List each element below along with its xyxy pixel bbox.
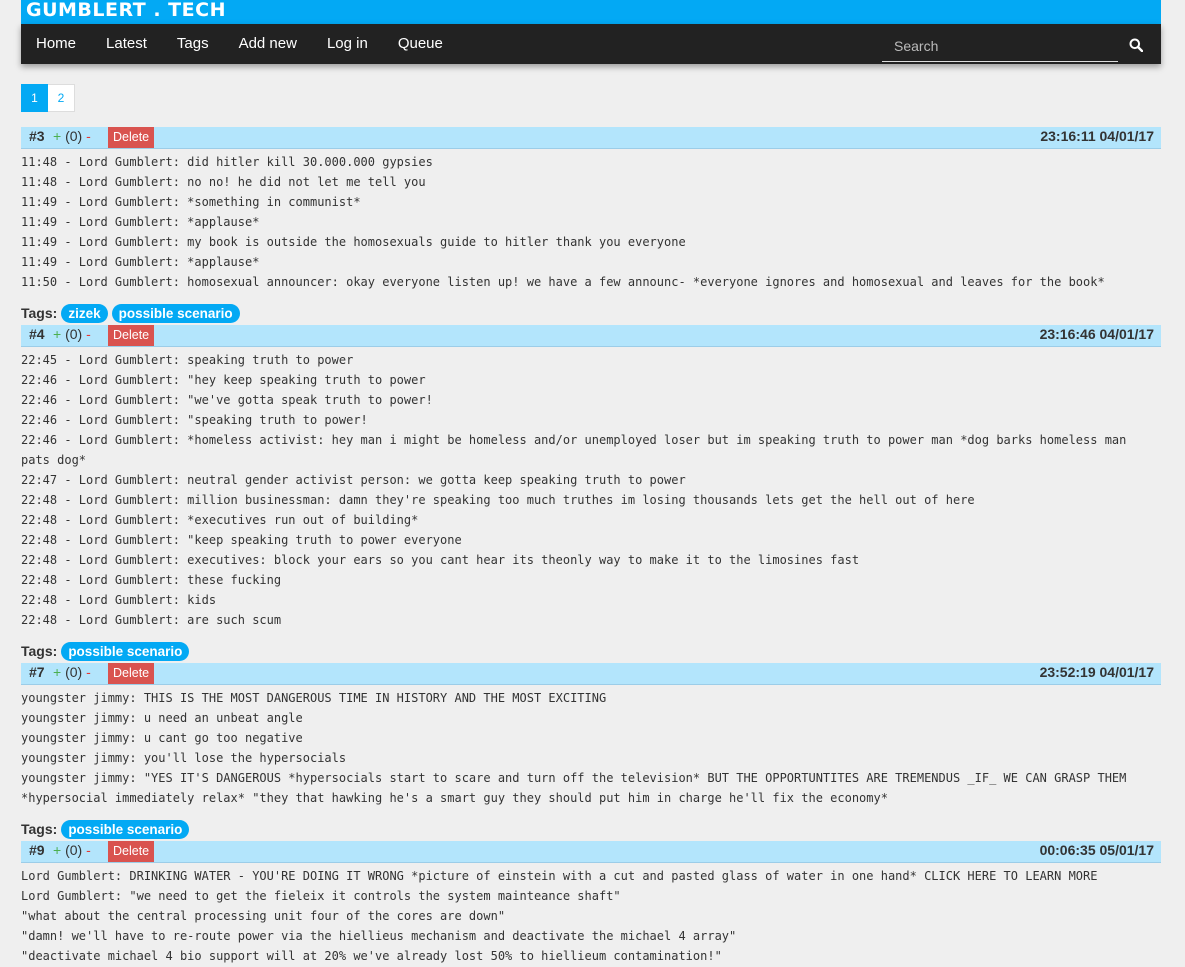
- quote-line: "damn! we'll have to re-route power via …: [21, 929, 737, 943]
- quote-line: 22:48 - Lord Gumblert: executives: block…: [21, 553, 860, 567]
- quote-line: 22:48 - Lord Gumblert: are such scum: [21, 613, 282, 627]
- nav-home[interactable]: Home: [21, 24, 91, 64]
- quote-line: 22:46 - Lord Gumblert: "we've gotta spea…: [21, 393, 433, 407]
- quote-body: youngster jimmy: THIS IS THE MOST DANGER…: [21, 685, 1161, 808]
- tag-possible-scenario[interactable]: possible scenario: [111, 303, 240, 323]
- quote-score: (0): [65, 326, 83, 342]
- quote-line: 22:48 - Lord Gumblert: "keep speaking tr…: [21, 533, 462, 547]
- quote-line: 22:48 - Lord Gumblert: *executives run o…: [21, 513, 419, 527]
- quote-line: 11:49 - Lord Gumblert: *applause*: [21, 255, 260, 269]
- page-wrapper: GUMBLERT . TECH Home Latest Tags Add new…: [21, 0, 1161, 963]
- pagination: 1 2: [21, 84, 75, 112]
- quote-id-link[interactable]: #4: [29, 326, 45, 342]
- tag-list: Tags: zizek possible scenario: [21, 303, 1161, 323]
- quote-line: Lord Gumblert: DRINKING WATER - YOU'RE D…: [21, 869, 1098, 883]
- quote-line: youngster jimmy: THIS IS THE MOST DANGER…: [21, 691, 607, 705]
- quote-line: 11:48 - Lord Gumblert: did hitler kill 3…: [21, 155, 433, 169]
- quote-date: 00:06:35 05/01/17: [1039, 842, 1154, 858]
- nav-log-in[interactable]: Log in: [312, 24, 383, 64]
- tag-possible-scenario[interactable]: possible scenario: [61, 641, 190, 661]
- quote-id-link[interactable]: #3: [29, 128, 45, 144]
- quote-score: (0): [65, 128, 83, 144]
- downvote-button[interactable]: -: [86, 664, 91, 680]
- quote-line: 22:45 - Lord Gumblert: speaking truth to…: [21, 353, 354, 367]
- quote-date: 23:16:11 04/01/17: [1040, 128, 1154, 144]
- vote-controls: + (0) -: [53, 664, 91, 680]
- nav-menu: Home Latest Tags Add new Log in Queue: [21, 24, 458, 64]
- quote-item: #3 + (0) - Delete 23:16:11 04/01/17 11:4…: [21, 127, 1161, 323]
- quote-line: youngster jimmy: u need an unbeat angle: [21, 711, 303, 725]
- quote-line: Lord Gumblert: "we need to get the fiele…: [21, 889, 621, 903]
- quote-id-link[interactable]: #7: [29, 664, 45, 680]
- quote-item: #4 + (0) - Delete 23:16:46 04/01/17 22:4…: [21, 325, 1161, 661]
- quote-body: 11:48 - Lord Gumblert: did hitler kill 3…: [21, 149, 1161, 292]
- quote-line: youngster jimmy: "YES IT'S DANGEROUS *hy…: [21, 771, 1134, 805]
- tag-zizek[interactable]: zizek: [61, 303, 108, 323]
- quote-item: #9 + (0) - Delete 00:06:35 05/01/17 Lord…: [21, 841, 1161, 966]
- page-1-button[interactable]: 1: [21, 84, 48, 112]
- tags-label: Tags:: [21, 305, 58, 321]
- upvote-button[interactable]: +: [53, 326, 61, 342]
- quote-line: 11:50 - Lord Gumblert: homosexual announ…: [21, 275, 1105, 289]
- quote-body: 22:45 - Lord Gumblert: speaking truth to…: [21, 347, 1161, 630]
- upvote-button[interactable]: +: [53, 664, 61, 680]
- quote-score: (0): [65, 842, 83, 858]
- quote-line: "what about the central processing unit …: [21, 909, 506, 923]
- quote-line: 11:48 - Lord Gumblert: no no! he did not…: [21, 175, 426, 189]
- tags-label: Tags:: [21, 821, 58, 837]
- quote-line: 11:49 - Lord Gumblert: *something in com…: [21, 195, 361, 209]
- search-input[interactable]: [882, 30, 1118, 62]
- tag-list: Tags: possible scenario: [21, 819, 1161, 839]
- quote-line: 22:46 - Lord Gumblert: "speaking truth t…: [21, 413, 368, 427]
- quote-score: (0): [65, 664, 83, 680]
- quote-line: 22:46 - Lord Gumblert: *homeless activis…: [21, 433, 1134, 467]
- tag-list: Tags: possible scenario: [21, 641, 1161, 661]
- navbar: Home Latest Tags Add new Log in Queue: [21, 24, 1161, 64]
- site-logo[interactable]: GUMBLERT . TECH: [26, 0, 226, 22]
- downvote-button[interactable]: -: [86, 128, 91, 144]
- delete-button[interactable]: Delete: [108, 325, 155, 346]
- nav-tags[interactable]: Tags: [162, 24, 224, 64]
- page-2-button[interactable]: 2: [48, 84, 75, 112]
- tag-possible-scenario[interactable]: possible scenario: [61, 819, 190, 839]
- quote-line: youngster jimmy: you'll lose the hyperso…: [21, 751, 347, 765]
- upvote-button[interactable]: +: [53, 842, 61, 858]
- delete-button[interactable]: Delete: [108, 841, 155, 862]
- quote-body: Lord Gumblert: DRINKING WATER - YOU'RE D…: [21, 863, 1161, 966]
- quote-item: #7 + (0) - Delete 23:52:19 04/01/17 youn…: [21, 663, 1161, 839]
- quote-line: 22:48 - Lord Gumblert: these fucking: [21, 573, 282, 587]
- delete-button[interactable]: Delete: [108, 663, 155, 684]
- quote-line: "deactivate michael 4 bio support will a…: [21, 949, 722, 963]
- vote-controls: + (0) -: [53, 842, 91, 858]
- quote-line: 22:46 - Lord Gumblert: "hey keep speakin…: [21, 373, 426, 387]
- quote-line: 22:47 - Lord Gumblert: neutral gender ac…: [21, 473, 686, 487]
- nav-latest[interactable]: Latest: [91, 24, 162, 64]
- quote-line: youngster jimmy: u cant go too negative: [21, 731, 303, 745]
- quote-header: #3 + (0) - Delete 23:16:11 04/01/17: [21, 127, 1161, 149]
- quote-line: 11:49 - Lord Gumblert: my book is outsid…: [21, 235, 686, 249]
- search-icon[interactable]: [1124, 34, 1148, 56]
- quote-date: 23:16:46 04/01/17: [1039, 326, 1154, 342]
- vote-controls: + (0) -: [53, 128, 91, 144]
- nav-add-new[interactable]: Add new: [224, 24, 312, 64]
- quote-header: #4 + (0) - Delete 23:16:46 04/01/17: [21, 325, 1161, 347]
- downvote-button[interactable]: -: [86, 842, 91, 858]
- quote-date: 23:52:19 04/01/17: [1039, 664, 1154, 680]
- tags-label: Tags:: [21, 643, 58, 659]
- vote-controls: + (0) -: [53, 326, 91, 342]
- quote-line: 11:49 - Lord Gumblert: *applause*: [21, 215, 260, 229]
- quote-id-link[interactable]: #9: [29, 842, 45, 858]
- upvote-button[interactable]: +: [53, 128, 61, 144]
- delete-button[interactable]: Delete: [108, 127, 155, 148]
- quote-header: #9 + (0) - Delete 00:06:35 05/01/17: [21, 841, 1161, 863]
- downvote-button[interactable]: -: [86, 326, 91, 342]
- nav-queue[interactable]: Queue: [383, 24, 458, 64]
- brand-bar: GUMBLERT . TECH: [21, 0, 1161, 24]
- quote-line: 22:48 - Lord Gumblert: kids: [21, 593, 217, 607]
- quote-header: #7 + (0) - Delete 23:52:19 04/01/17: [21, 663, 1161, 685]
- quote-line: 22:48 - Lord Gumblert: million businessm…: [21, 493, 975, 507]
